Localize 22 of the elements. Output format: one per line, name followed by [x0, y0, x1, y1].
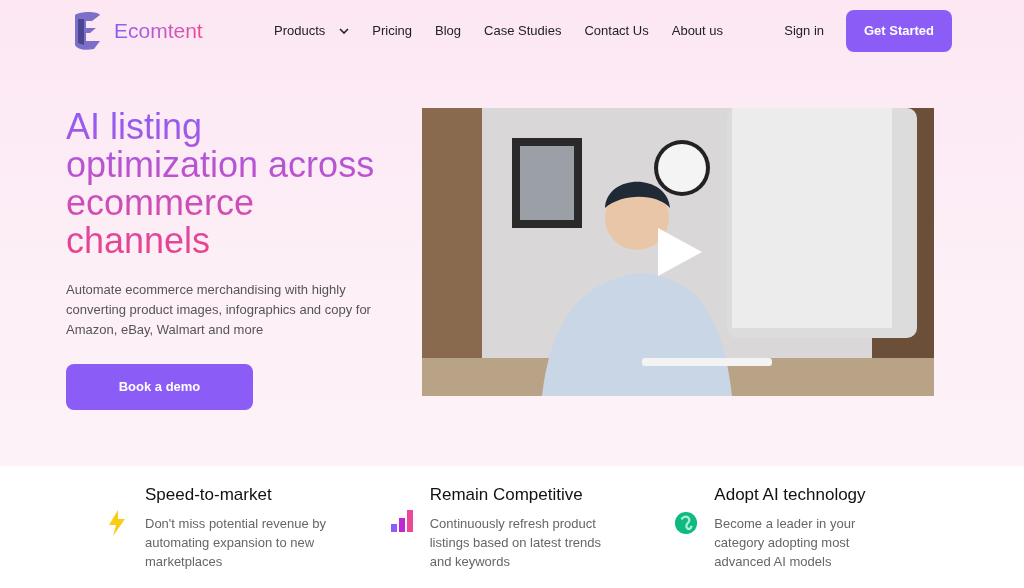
- sign-in-link[interactable]: Sign in: [784, 21, 824, 41]
- feature-title: Speed-to-market: [145, 484, 273, 506]
- feature-description: Don't miss potential revenue by automating expansion to new marketplaces: [145, 514, 327, 571]
- lightning-icon: [108, 510, 126, 536]
- hero-description: Automate ecommerce merchandising with highly converting product images, infographics and copy for Amazon, eBay, Walmart and more: [66, 281, 372, 339]
- nav-link[interactable]: Case Studies: [484, 21, 562, 41]
- nav-link[interactable]: Products: [274, 21, 350, 41]
- feature-title: Adopt AI technology: [714, 484, 867, 506]
- book-demo-button[interactable]: Book a demo: [66, 364, 253, 410]
- bar-chart-icon: [390, 510, 413, 532]
- get-started-button[interactable]: Get Started: [846, 10, 952, 52]
- nav-link[interactable]: Blog: [435, 21, 462, 41]
- feature-title: Remain Competitive: [429, 484, 584, 506]
- nav-link[interactable]: Contact Us: [584, 21, 649, 41]
- knot-icon: [674, 510, 699, 536]
- nav-link[interactable]: About us: [671, 21, 724, 41]
- feature-description: Continuously refresh product listings based on latest trends and keywords: [429, 514, 602, 571]
- chevron-down-icon: [339, 28, 350, 34]
- nav-link[interactable]: Pricing: [372, 21, 413, 41]
- logo-icon: [72, 11, 102, 51]
- feature-description: Become a leader in your category adopting most advanced AI models: [714, 514, 857, 571]
- play-icon[interactable]: [656, 226, 704, 278]
